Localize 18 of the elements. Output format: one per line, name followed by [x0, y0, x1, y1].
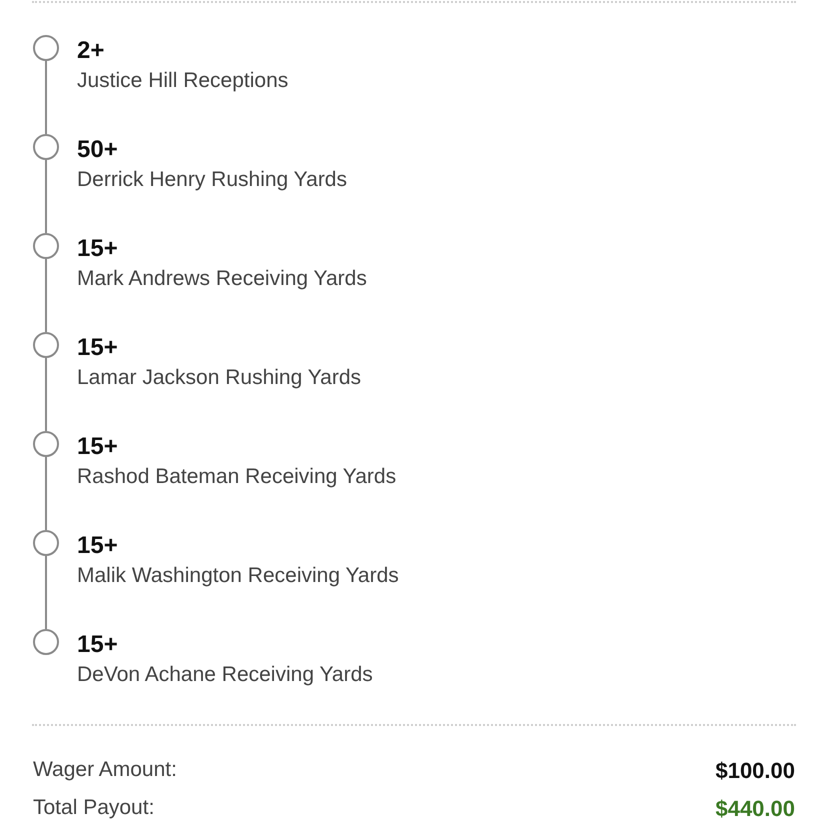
leg-market: Rashod Bateman Receiving Yards: [77, 464, 396, 490]
leg-line: 15+: [77, 333, 118, 363]
leg-market: Malik Washington Receiving Yards: [77, 563, 399, 589]
leg-market: Derrick Henry Rushing Yards: [77, 167, 347, 193]
leg-line: 15+: [77, 630, 118, 660]
summary-label: Wager Amount:: [33, 757, 177, 784]
summary-label: Total Payout:: [33, 795, 154, 822]
leg-line: 15+: [77, 531, 118, 561]
leg-line: 2+: [77, 36, 104, 66]
leg-market: Lamar Jackson Rushing Yards: [77, 365, 362, 391]
leg-market: DeVon Achane Receiving Yards: [77, 662, 373, 688]
wager-amount: $100.00: [715, 756, 795, 784]
leg-line: 15+: [77, 432, 118, 462]
leg-market: Mark Andrews Receiving Yards: [77, 266, 367, 292]
payout-amount: $440.00: [715, 794, 795, 822]
leg-line: 50+: [77, 135, 118, 165]
leg-market: Justice Hill Receptions: [77, 68, 288, 94]
leg-line: 15+: [77, 234, 118, 264]
